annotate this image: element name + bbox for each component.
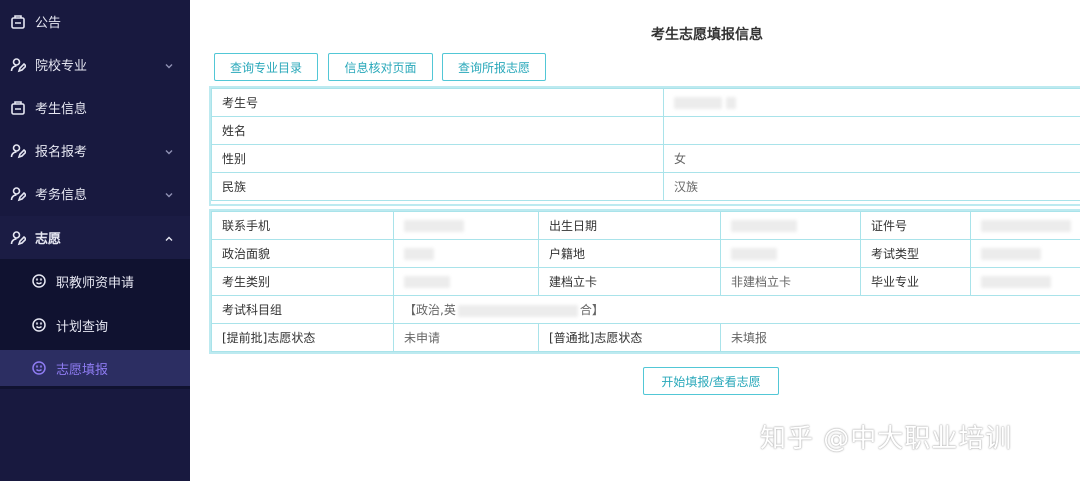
label-cell: 考试类型 — [860, 239, 971, 268]
submenu-item-label: 计划查询 — [56, 319, 109, 335]
sidebar-item-label: 考务信息 — [35, 188, 88, 203]
sidebar: 公告 院校专业 考生信息 报名报考 考务信息 志愿 职教师资申请 计划查询 志愿… — [0, 0, 190, 481]
redacted-value — [674, 97, 722, 109]
label-cell: 考生号 — [211, 88, 664, 117]
label-cell: 毕业专业 — [860, 267, 971, 296]
regular-batch-status-value: 未填报 — [720, 323, 1080, 352]
sidebar-item-label: 公告 — [35, 16, 62, 31]
label-cell: 户籍地 — [538, 239, 721, 268]
detail-info-table: 联系手机 出生日期 证件号 政治面貌 户籍地 考试类型 考生类别 建档立卡 非建… — [211, 211, 1080, 352]
user-edit-icon — [10, 57, 26, 73]
label-cell: 出生日期 — [538, 211, 721, 240]
sidebar-item-label: 志愿 — [35, 232, 62, 247]
id-card-icon — [10, 100, 26, 116]
redacted-value — [404, 248, 434, 260]
smile-circle-icon — [31, 273, 47, 289]
smile-circle-icon — [31, 317, 47, 333]
label-cell: 政治面貌 — [211, 239, 394, 268]
political-status-value — [393, 239, 539, 268]
app-root: 公告 院校专业 考生信息 报名报考 考务信息 志愿 职教师资申请 计划查询 志愿… — [0, 0, 1080, 481]
label-cell: 姓名 — [211, 116, 664, 145]
query-major-catalog-button[interactable]: 查询专业目录 — [214, 53, 318, 81]
query-volunteers-button[interactable]: 查询所报志愿 — [442, 53, 546, 81]
chevron-down-icon — [164, 60, 174, 70]
table-row: 性别 女 — [211, 144, 1080, 173]
sidebar-item-label: 报名报考 — [35, 145, 88, 160]
redacted-value — [981, 220, 1071, 232]
early-batch-status-value: 未申请 — [393, 323, 539, 352]
student-category-value — [393, 267, 539, 296]
birth-date-value — [720, 211, 861, 240]
label-cell: 性别 — [211, 144, 664, 173]
subject-group-value: 【政治,英 合】 — [393, 295, 1080, 324]
submenu-item-plan-query[interactable]: 计划查询 — [0, 307, 190, 343]
main-content: 考生志愿填报信息 查询专业目录 信息核对页面 查询所报志愿 考生号 姓名 性别 … — [190, 0, 1080, 481]
table-row: 考试科目组 【政治,英 合】 — [211, 295, 1080, 324]
sidebar-item-label: 考生信息 — [35, 102, 88, 117]
info-check-page-button[interactable]: 信息核对页面 — [328, 53, 433, 81]
sidebar-item-volunteer[interactable]: 志愿 — [0, 216, 190, 259]
redacted-value — [404, 220, 464, 232]
exam-type-value — [970, 239, 1080, 268]
redacted-value — [731, 248, 777, 260]
graduate-major-value — [970, 267, 1080, 296]
sidebar-item-label: 院校专业 — [35, 59, 88, 74]
chevron-down-icon — [164, 189, 174, 199]
label-cell: [提前批]志愿状态 — [211, 323, 394, 352]
redacted-value — [725, 97, 736, 109]
redacted-value — [404, 276, 450, 288]
sidebar-item-registration[interactable]: 报名报考 — [0, 129, 190, 172]
user-edit-icon — [10, 230, 26, 246]
table-row: 政治面貌 户籍地 考试类型 — [211, 239, 1080, 268]
table-row: [提前批]志愿状态 未申请 [普通批]志愿状态 未填报 — [211, 323, 1080, 352]
label-cell: 民族 — [211, 172, 664, 201]
submenu-item-volunteer-fill[interactable]: 志愿填报 — [0, 350, 190, 386]
table-row: 民族 汉族 — [211, 172, 1080, 201]
sidebar-item-bulletin[interactable]: 公告 — [0, 0, 190, 43]
label-cell: 建档立卡 — [538, 267, 721, 296]
sidebar-item-schools[interactable]: 院校专业 — [0, 43, 190, 86]
poverty-file-value: 非建档立卡 — [720, 267, 861, 296]
sidebar-item-student-info[interactable]: 考生信息 — [0, 86, 190, 129]
label-cell: 联系手机 — [211, 211, 394, 240]
basic-info-table: 考生号 姓名 性别 女 民族 汉族 — [211, 88, 1080, 201]
page-title: 考生志愿填报信息 — [651, 27, 763, 43]
subject-group-end: 合】 — [579, 303, 604, 317]
label-cell: 考试科目组 — [211, 295, 394, 324]
redacted-value — [981, 276, 1051, 288]
redacted-value — [981, 248, 1041, 260]
user-edit-icon — [10, 186, 26, 202]
user-edit-icon — [10, 143, 26, 159]
sidebar-item-exam-affairs[interactable]: 考务信息 — [0, 172, 190, 215]
gender-value: 女 — [663, 144, 1080, 173]
ethnicity-value: 汉族 — [663, 172, 1080, 201]
table-row: 联系手机 出生日期 证件号 — [211, 211, 1080, 240]
submenu-item-label: 志愿填报 — [56, 362, 109, 378]
table-row: 姓名 — [211, 116, 1080, 145]
name-value — [663, 116, 1080, 145]
table-row: 考生号 — [211, 88, 1080, 117]
redacted-value — [457, 304, 578, 317]
exam-number-value — [663, 88, 1080, 117]
chevron-up-icon — [164, 233, 174, 243]
label-cell: 考生类别 — [211, 267, 394, 296]
submenu-item-teacher-apply[interactable]: 职教师资申请 — [0, 263, 190, 299]
redacted-value — [731, 220, 797, 232]
bulletin-icon — [10, 14, 26, 30]
smile-circle-icon — [31, 360, 47, 376]
label-cell: [普通批]志愿状态 — [538, 323, 721, 352]
phone-value — [393, 211, 539, 240]
id-number-value — [970, 211, 1080, 240]
watermark: 知乎 @中大职业培训 — [760, 424, 1013, 454]
start-fill-button[interactable]: 开始填报/查看志愿 — [643, 367, 779, 395]
table-row: 考生类别 建档立卡 非建档立卡 毕业专业 — [211, 267, 1080, 296]
subject-group-start: 【政治,英 — [404, 303, 456, 317]
submenu-item-label: 职教师资申请 — [56, 275, 135, 291]
chevron-down-icon — [164, 146, 174, 156]
household-value — [720, 239, 861, 268]
label-cell: 证件号 — [860, 211, 971, 240]
